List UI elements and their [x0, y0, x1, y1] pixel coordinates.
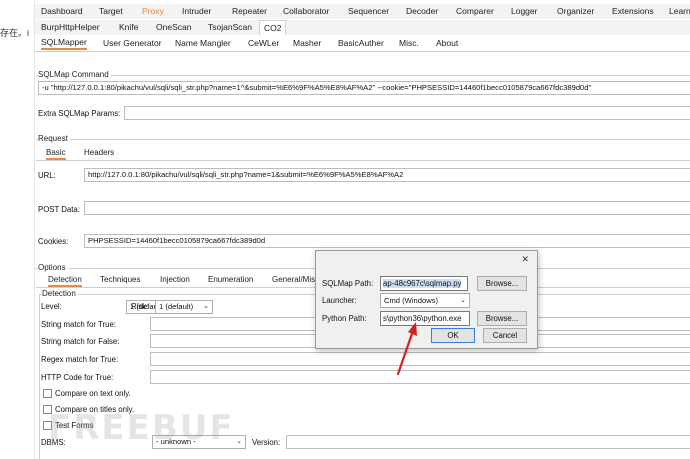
request-title: Request: [38, 134, 70, 143]
tab-dashboard[interactable]: Dashboard: [41, 4, 83, 19]
cookies-label: Cookies:: [38, 237, 69, 246]
launcher-select[interactable]: Cmd (Windows) ⌄: [380, 293, 470, 308]
tab-comparer[interactable]: Comparer: [456, 4, 494, 19]
regex-true-label: Regex match for True:: [41, 355, 119, 364]
burp-window: Dashboard Target Proxy Intruder Repeater…: [34, 0, 690, 459]
url-input[interactable]: http://127.0.0.1:80/pikachu/vul/sqli/sql…: [84, 168, 690, 182]
level-label: Level:: [41, 302, 62, 311]
tab-extensions[interactable]: Extensions: [612, 4, 654, 19]
post-data-label: POST Data:: [38, 205, 80, 214]
detection-title: Detection: [42, 289, 78, 298]
tab-learn[interactable]: Learn: [669, 4, 690, 19]
ok-button[interactable]: OK: [431, 328, 475, 343]
launcher-value: Cmd (Windows): [384, 296, 439, 305]
tab-headers[interactable]: Headers: [84, 148, 114, 157]
tab-basicauther[interactable]: BasicAuther: [338, 36, 384, 51]
close-icon[interactable]: ✕: [521, 254, 529, 265]
tab-decoder[interactable]: Decoder: [406, 4, 438, 19]
string-false-label: String match for False:: [41, 337, 120, 346]
tab-divider: [35, 51, 690, 52]
sqlmap-path-value: ap-48c967c\sqlmap.py: [383, 279, 462, 288]
sqlmap-command-field[interactable]: -u "http://127.0.0.1:80/pikachu/vul/sqli…: [38, 81, 690, 95]
tab-user-generator[interactable]: User Generator: [103, 36, 162, 51]
tab-proxy[interactable]: Proxy: [142, 4, 164, 19]
post-data-input[interactable]: [84, 201, 690, 215]
version-input[interactable]: [286, 435, 690, 449]
launcher-label: Launcher:: [322, 296, 357, 305]
freebuf-watermark: FREEBUF: [48, 408, 235, 448]
browse-python-button[interactable]: Browse...: [477, 311, 527, 326]
tab-knife[interactable]: Knife: [119, 20, 138, 35]
cancel-button[interactable]: Cancel: [483, 328, 527, 343]
tab-burphttphelper[interactable]: BurpHttpHelper: [41, 20, 100, 35]
tab-intruder[interactable]: Intruder: [182, 4, 211, 19]
tab-logger[interactable]: Logger: [511, 4, 537, 19]
tab-general-misc[interactable]: General/Misc: [272, 275, 319, 284]
tab-enumeration[interactable]: Enumeration: [208, 275, 253, 284]
co2-tab-bar: SQLMapper User Generator Name Mangler Ce…: [35, 36, 690, 51]
extra-params-input[interactable]: [124, 106, 690, 120]
regex-true-input[interactable]: [150, 352, 690, 366]
red-arrow-annotation: [396, 322, 417, 376]
tab-cewler[interactable]: CeWLer: [248, 36, 279, 51]
request-border: [36, 139, 690, 140]
tab-name-mangler[interactable]: Name Mangler: [175, 36, 231, 51]
background-page-strip: 存在。i: [0, 0, 34, 459]
risk-value: 1 (default): [159, 302, 194, 311]
string-true-label: String match for True:: [41, 320, 116, 329]
extension-tab-bar: BurpHttpHelper Knife OneScan TsojanScan …: [35, 20, 690, 35]
python-path-label: Python Path:: [322, 314, 367, 323]
version-label: Version:: [252, 438, 281, 447]
risk-select[interactable]: 1 (default) ⌄: [155, 300, 213, 314]
tab-target[interactable]: Target: [99, 4, 123, 19]
risk-label: Risk:: [131, 302, 149, 311]
request-tab-divider: [36, 160, 690, 161]
sqlmap-command-title: SQLMap Command: [38, 70, 111, 79]
background-page-text: 存在。i: [0, 28, 29, 38]
detection-left-border: [39, 294, 40, 459]
browse-sqlmap-button[interactable]: Browse...: [477, 276, 527, 291]
tab-onescan[interactable]: OneScan: [156, 20, 191, 35]
http-code-input[interactable]: [150, 370, 690, 384]
tab-co2[interactable]: CO2: [259, 20, 287, 35]
sqlmap-settings-dialog: ✕ SQLMap Path: ap-48c967c\sqlmap.py Brow…: [315, 250, 538, 349]
main-tab-bar: Dashboard Target Proxy Intruder Repeater…: [35, 4, 690, 19]
tab-about[interactable]: About: [436, 36, 458, 51]
sqlmap-path-input[interactable]: ap-48c967c\sqlmap.py: [380, 276, 468, 291]
chevron-down-icon: ⌄: [460, 297, 466, 304]
compare-text-checkbox[interactable]: [43, 389, 52, 398]
tab-injection[interactable]: Injection: [160, 275, 190, 284]
sqlmap-command-border: [36, 75, 690, 76]
sqlmap-path-label: SQLMap Path:: [322, 279, 374, 288]
tab-techniques[interactable]: Techniques: [100, 275, 140, 284]
compare-text-label: Compare on text only.: [55, 389, 131, 398]
tab-sqlmapper[interactable]: SQLMapper: [41, 36, 87, 50]
tab-masher[interactable]: Masher: [293, 36, 321, 51]
http-code-label: HTTP Code for True:: [41, 373, 114, 382]
tab-tsojanscan[interactable]: TsojanScan: [208, 20, 252, 35]
tab-misc[interactable]: Misc.: [399, 36, 419, 51]
url-label: URL:: [38, 171, 56, 180]
tab-sequencer[interactable]: Sequencer: [348, 4, 389, 19]
extra-params-label: Extra SQLMap Params:: [38, 109, 121, 118]
tab-repeater[interactable]: Repeater: [232, 4, 267, 19]
tab-organizer[interactable]: Organizer: [557, 4, 594, 19]
tab-detection[interactable]: Detection: [48, 275, 82, 287]
chevron-down-icon: ⌄: [236, 438, 242, 445]
options-title: Options: [38, 263, 68, 272]
tab-collaborator[interactable]: Collaborator: [283, 4, 329, 19]
chevron-down-icon: ⌄: [203, 303, 209, 310]
cookies-input[interactable]: PHPSESSID=14460f1becc0105879ca667fdc389d…: [84, 234, 690, 248]
tab-basic[interactable]: Basic: [46, 148, 66, 160]
